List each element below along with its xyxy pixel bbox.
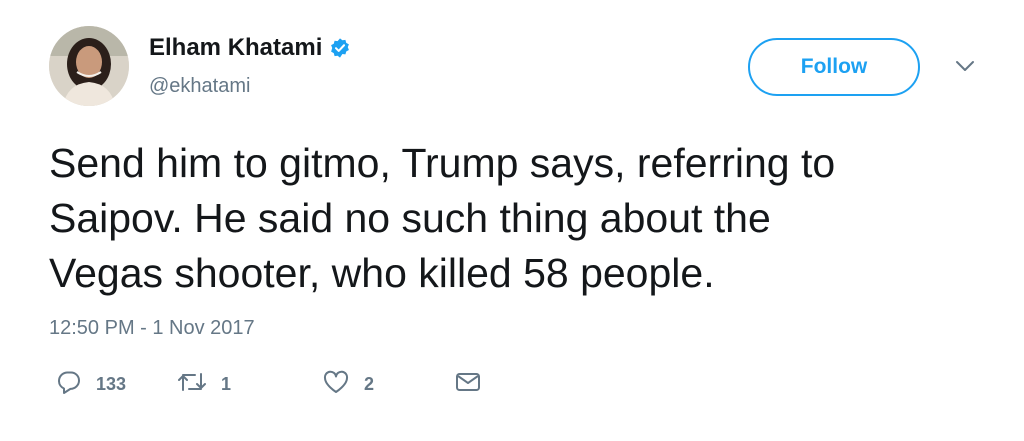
tweet-text-line: Saipov. He said no such thing about the <box>49 195 771 241</box>
reply-icon <box>56 369 82 400</box>
tweet-text-line: Vegas shooter, who killed 58 people. <box>49 250 715 296</box>
follow-button[interactable]: Follow <box>748 38 920 96</box>
reply-count: 133 <box>96 373 127 394</box>
retweet-count: 1 <box>221 373 232 394</box>
user-handle[interactable]: @ekhatami <box>149 74 250 98</box>
avatar[interactable] <box>49 26 129 106</box>
retweet-icon <box>177 370 207 399</box>
retweet-button[interactable]: 1 <box>177 370 231 398</box>
like-button[interactable]: 2 <box>322 370 374 398</box>
verified-badge-icon <box>329 37 351 59</box>
tweet-text: Send him to gitmo, Trump says, referring… <box>49 136 989 301</box>
chevron-down-icon[interactable] <box>954 58 976 74</box>
tweet-text-line: Send him to gitmo, Trump says, referring… <box>49 140 836 186</box>
tweet-card: Elham Khatami @ekhatami Follow Send him … <box>0 0 1024 441</box>
direct-message-button[interactable] <box>455 370 481 398</box>
envelope-icon <box>455 371 481 398</box>
heart-icon <box>322 369 350 400</box>
like-count: 2 <box>364 373 375 394</box>
reply-button[interactable]: 133 <box>56 370 126 398</box>
display-name-text: Elham Khatami <box>149 34 323 61</box>
tweet-timestamp[interactable]: 12:50 PM - 1 Nov 2017 <box>49 316 255 340</box>
display-name[interactable]: Elham Khatami <box>149 34 351 62</box>
